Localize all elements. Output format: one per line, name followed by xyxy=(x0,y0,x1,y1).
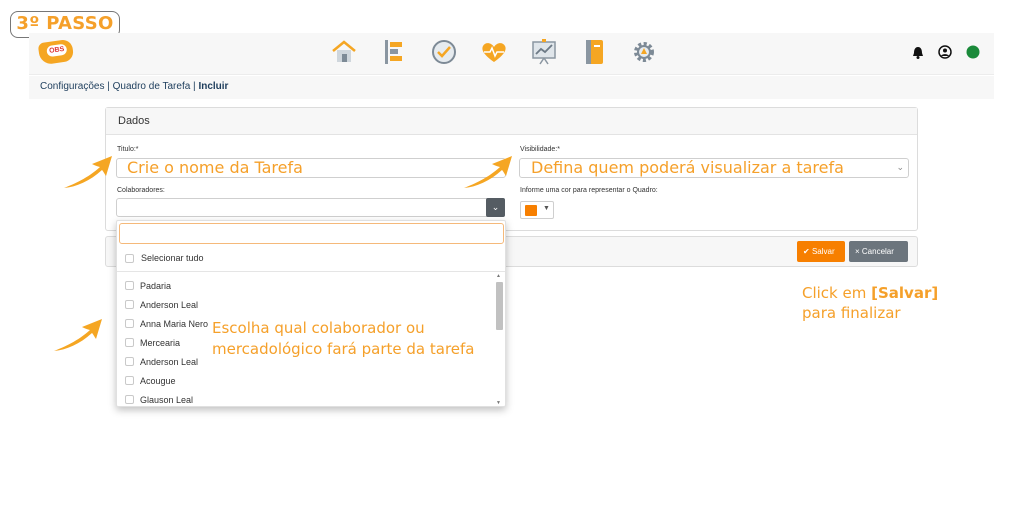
list-item[interactable]: Mercearia xyxy=(125,333,208,352)
chevron-down-icon: ⌄ xyxy=(896,162,904,172)
item-label: Anderson Leal xyxy=(140,356,199,367)
breadcrumb-current: Incluir xyxy=(198,81,229,92)
checkbox[interactable] xyxy=(125,319,134,328)
arrow-colaborador-icon xyxy=(54,319,102,351)
dropdown-list: Padaria Anderson Leal Anna Maria Nero Me… xyxy=(125,276,208,409)
arrow-titulo-icon xyxy=(64,156,112,188)
list-item[interactable]: Padaria xyxy=(125,276,208,295)
list-item[interactable]: Anna Maria Nero xyxy=(125,314,208,333)
item-label: Anna Maria Nero xyxy=(140,318,209,329)
close-icon: × xyxy=(855,247,860,256)
top-navbar: OBS xyxy=(29,33,994,75)
breadcrumb-path[interactable]: Configurações | Quadro de Tarefa | xyxy=(40,81,198,92)
arrow-visibilidade-icon xyxy=(464,156,512,188)
logo-text: OBS xyxy=(46,43,68,58)
save-button[interactable]: ✔ Salvar xyxy=(797,241,845,262)
visibilidade-label: Visibilidade:* xyxy=(520,146,560,153)
save-label: Salvar xyxy=(811,247,835,256)
colaboradores-dropdown: Selecionar tudo Padaria Anderson Leal An… xyxy=(116,220,506,407)
divider xyxy=(117,271,505,272)
colaborador-hint: Escolha qual colaborador ou mercadológic… xyxy=(212,318,475,360)
check-icon: ✔ xyxy=(803,247,810,256)
colaborador-hint-line2: mercadológico fará parte da tarefa xyxy=(212,340,475,358)
checkbox[interactable] xyxy=(125,281,134,290)
item-label: Glauson Leal xyxy=(140,394,194,405)
notebook-icon[interactable] xyxy=(579,37,609,67)
titulo-hint: Crie o nome da Tarefa xyxy=(127,158,303,177)
item-label: Acougue xyxy=(140,375,176,386)
panel-title: Dados xyxy=(106,108,917,135)
user-icon[interactable] xyxy=(938,45,952,59)
item-label: Padaria xyxy=(140,280,172,291)
colaboradores-select[interactable] xyxy=(116,198,505,217)
cor-label: Informe uma cor para representar o Quadr… xyxy=(520,187,658,194)
chart-board-icon[interactable] xyxy=(529,37,559,67)
cancel-button[interactable]: × Cancelar xyxy=(849,241,908,262)
list-item[interactable]: Glauson Leal xyxy=(125,390,208,409)
user-area xyxy=(912,45,980,59)
dropdown-scrollbar[interactable]: ▲ ▼ xyxy=(495,273,504,406)
scrollbar-thumb[interactable] xyxy=(496,282,503,330)
dropdown-search-input[interactable] xyxy=(119,223,504,244)
home-icon[interactable] xyxy=(329,37,359,67)
scroll-up-icon[interactable]: ▲ xyxy=(496,273,501,279)
visibilidade-hint: Defina quem poderá visualizar a tarefa xyxy=(531,158,844,177)
breadcrumb: Configurações | Quadro de Tarefa | Inclu… xyxy=(40,81,228,92)
salvar-hint-bold: [Salvar] xyxy=(871,284,939,302)
checkbox[interactable] xyxy=(125,376,134,385)
cancel-label: Cancelar xyxy=(861,247,894,256)
scroll-down-icon[interactable]: ▼ xyxy=(496,400,501,406)
checkbox[interactable] xyxy=(125,395,134,404)
app-logo[interactable]: OBS xyxy=(37,38,75,66)
gear-icon[interactable] xyxy=(629,37,659,67)
salvar-hint: Click em [Salvar] para finalizar xyxy=(802,283,938,323)
color-swatch xyxy=(525,205,537,216)
checkbox[interactable] xyxy=(125,253,134,263)
color-picker[interactable]: ▼ xyxy=(520,201,554,219)
status-dot-icon xyxy=(966,45,980,59)
list-item[interactable]: Acougue xyxy=(125,371,208,390)
item-label: Mercearia xyxy=(140,337,181,348)
list-item[interactable]: Anderson Leal xyxy=(125,352,208,371)
salvar-hint-prefix: Click em xyxy=(802,284,872,302)
select-all-option[interactable]: Selecionar tudo xyxy=(125,253,204,263)
salvar-hint-line2: para finalizar xyxy=(802,304,901,322)
heart-pulse-icon[interactable] xyxy=(479,37,509,67)
checkbox[interactable] xyxy=(125,300,134,309)
bell-icon[interactable] xyxy=(912,46,924,59)
caret-down-icon: ▼ xyxy=(543,205,550,212)
titulo-label: Titulo:* xyxy=(117,146,139,153)
colaborador-hint-line1: Escolha qual colaborador ou xyxy=(212,319,425,337)
module-icons xyxy=(329,37,659,71)
checkbox[interactable] xyxy=(125,357,134,366)
check-icon[interactable] xyxy=(429,37,459,67)
colaboradores-toggle-button[interactable]: ⌄ xyxy=(486,198,505,217)
tasks-icon[interactable] xyxy=(379,37,409,67)
item-label: Anderson Leal xyxy=(140,299,199,310)
chevron-down-icon: ⌄ xyxy=(491,202,500,212)
colaboradores-label: Colaboradores: xyxy=(117,187,165,194)
select-all-label: Selecionar tudo xyxy=(141,253,204,263)
checkbox[interactable] xyxy=(125,338,134,347)
list-item[interactable]: Anderson Leal xyxy=(125,295,208,314)
